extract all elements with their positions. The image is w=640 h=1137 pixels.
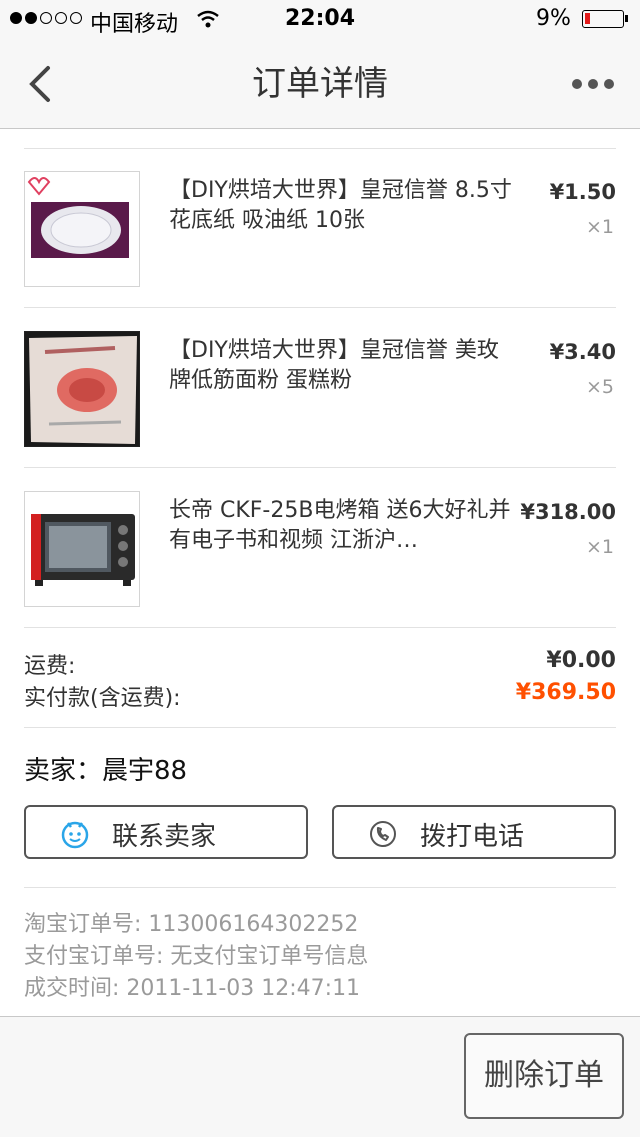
page-title: 订单详情 [252,64,388,104]
item-quantity: ×1 [585,216,614,238]
phone-icon [370,821,396,847]
battery-percent: 9% [536,6,571,31]
battery-icon [582,10,628,28]
shipping-label: 运费: [24,654,76,679]
chevron-left-icon[interactable] [22,62,62,106]
chat-smile-icon [61,821,89,849]
deal-time: 成交时间: 2011-11-03 12:47:11 [24,976,361,1001]
item-quantity: ×1 [585,536,614,558]
product-thumbnail-doily [24,171,140,287]
total-value: ¥369.50 [515,680,616,705]
order-item[interactable]: 长帝 CKF-25B电烤箱 送6大好礼并有电子书和视频 江浙沪… ¥318.00… [0,468,640,628]
total-label: 实付款(含运费): [24,686,181,711]
order-item[interactable]: 【DIY烘培大世界】皇冠信誉 美玫牌低筋面粉 蛋糕粉 ¥3.40 ×5 [0,308,640,468]
shipping-value: ¥0.00 [546,648,616,673]
seller-name: 卖家：晨宇88 [24,756,188,786]
alipay-order-number: 支付宝订单号: 无支付宝订单号信息 [24,944,369,969]
item-price: ¥3.40 [549,340,616,364]
taobao-order-number: 淘宝订单号: 113006164302252 [24,912,359,937]
item-title: 【DIY烘培大世界】皇冠信誉 美玫牌低筋面粉 蛋糕粉 [169,338,499,393]
item-title: 长帝 CKF-25B电烤箱 送6大好礼并有电子书和视频 江浙沪… [169,498,511,553]
item-price: ¥318.00 [520,500,616,524]
divider [24,727,616,728]
divider [24,627,616,628]
status-bar: 中国移动 22:04 9% [0,0,640,40]
item-quantity: ×5 [585,376,614,398]
total-row: 实付款(含运费): ¥369.50 [24,680,616,711]
item-price: ¥1.50 [549,180,616,204]
item-title: 【DIY烘培大世界】皇冠信誉 8.5寸花底纸 吸油纸 10张 [169,178,512,233]
divider [24,887,616,888]
call-seller-label: 拨打电话 [420,822,525,852]
nav-bar: 订单详情 [0,40,640,129]
more-icon[interactable] [572,74,622,94]
bottom-toolbar: 删除订单 [0,1016,640,1137]
product-thumbnail-oven [24,491,140,607]
shipping-row: 运费: ¥0.00 [24,648,616,679]
call-seller-button[interactable]: 拨打电话 [332,805,616,859]
delete-order-button[interactable]: 删除订单 [464,1033,624,1119]
product-thumbnail-flour-bag [24,331,140,447]
contact-seller-label: 联系卖家 [112,822,217,852]
contact-seller-button[interactable]: 联系卖家 [24,805,308,859]
order-item[interactable]: 【DIY烘培大世界】皇冠信誉 8.5寸花底纸 吸油纸 10张 ¥1.50 ×1 [0,148,640,308]
